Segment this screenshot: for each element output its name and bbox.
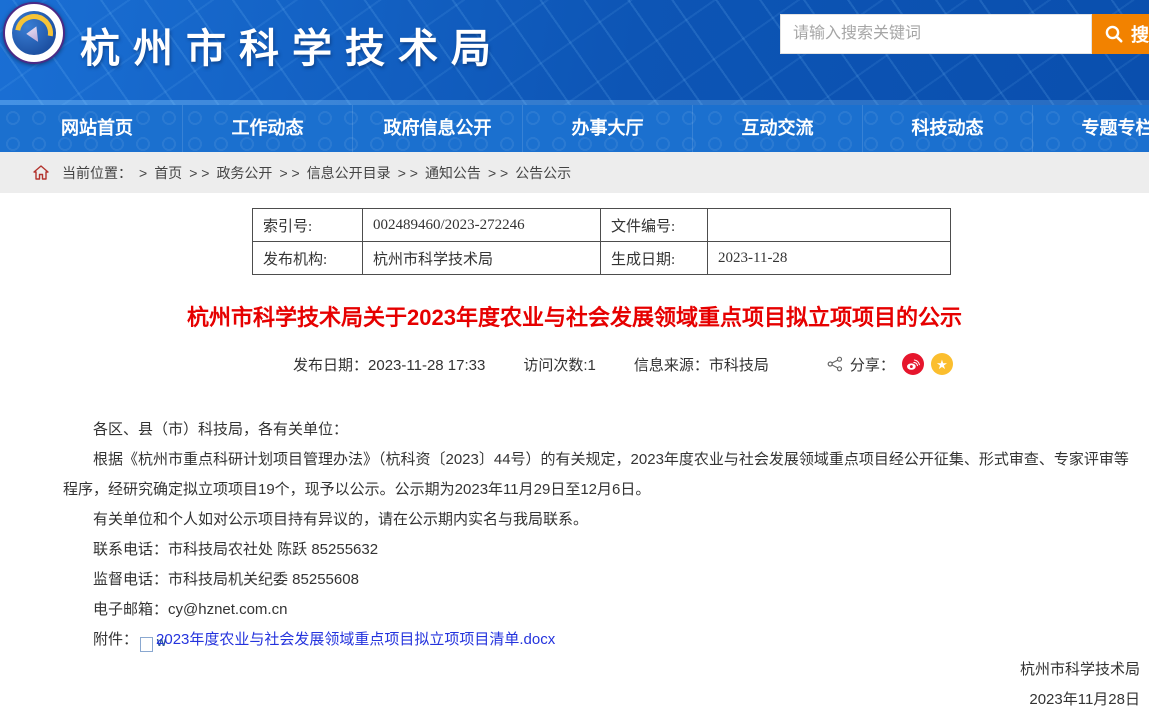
home-icon[interactable] xyxy=(33,165,49,180)
share-group: 分享： ★ xyxy=(827,353,953,375)
word-doc-icon: W xyxy=(140,637,153,652)
file-number-value xyxy=(708,209,951,242)
site-title: 杭州市科学技术局 xyxy=(80,16,504,74)
table-row: 索引号: 002489460/2023-272246 文件编号: xyxy=(253,209,951,242)
breadcrumb-separator: > > xyxy=(398,165,418,181)
signature-block: 杭州市科学技术局 2023年11月28日 xyxy=(1020,655,1140,715)
nav-item-service-hall[interactable]: 办事大厅 xyxy=(522,105,692,152)
qzone-share-icon[interactable]: ★ xyxy=(931,353,953,375)
nav-item-special-topics[interactable]: 专题专栏 xyxy=(1032,105,1149,152)
paragraph: 根据《杭州市重点科研计划项目管理办法》（杭科资〔2023〕44号）的有关规定，2… xyxy=(63,445,1137,505)
signature-org: 杭州市科学技术局 xyxy=(1020,655,1140,685)
breadcrumb-item-home[interactable]: 首页 xyxy=(154,163,182,183)
signature-date: 2023年11月28日 xyxy=(1020,685,1140,715)
bureau-logo-icon[interactable] xyxy=(3,2,65,64)
paragraph: 电子邮箱：cy@hznet.com.cn xyxy=(63,595,1137,625)
article-title: 杭州市科学技术局关于2023年度农业与社会发展领域重点项目拟立项项目的公示 xyxy=(0,300,1149,332)
paragraph: 监督电话：市科技局机关纪委 85255608 xyxy=(63,565,1137,595)
attachment-link[interactable]: 2023年度农业与社会发展领域重点项目拟立项项目清单.docx xyxy=(156,631,555,648)
nav-item-gov-info[interactable]: 政府信息公开 xyxy=(352,105,522,152)
visit-count: 访问次数:1 xyxy=(523,354,596,375)
create-date-value: 2023-11-28 xyxy=(708,242,951,275)
search-icon xyxy=(1104,24,1124,44)
nav-item-home[interactable]: 网站首页 xyxy=(12,105,182,152)
share-nodes-icon xyxy=(827,356,843,372)
breadcrumb-label: 当前位置： xyxy=(62,163,132,183)
breadcrumb-item-info-catalog[interactable]: 信息公开目录 xyxy=(307,163,391,183)
publish-date: 发布日期：2023-11-28 17:33 xyxy=(293,354,485,375)
index-number-value: 002489460/2023-272246 xyxy=(363,209,601,242)
breadcrumb-item-notices[interactable]: 通知公告 xyxy=(425,163,481,183)
main-nav: 网站首页 工作动态 政府信息公开 办事大厅 互动交流 科技动态 专题专栏 xyxy=(0,105,1149,152)
breadcrumb-separator: > xyxy=(139,165,147,181)
nav-item-work-news[interactable]: 工作动态 xyxy=(182,105,352,152)
breadcrumb-item-gov-open[interactable]: 政务公开 xyxy=(216,163,272,183)
logo-globe xyxy=(12,11,56,55)
breadcrumb: 当前位置： > 首页 > > 政务公开 > > 信息公开目录 > > 通知公告 … xyxy=(0,152,1149,193)
create-date-label: 生成日期: xyxy=(601,242,708,275)
publisher-value: 杭州市科学技术局 xyxy=(363,242,601,275)
breadcrumb-item-announcements[interactable]: 公告公示 xyxy=(515,163,571,183)
nav-item-tech-news[interactable]: 科技动态 xyxy=(862,105,1032,152)
info-source: 信息来源：市科技局 xyxy=(634,354,769,375)
paragraph: 有关单位和个人如对公示项目持有异议的，请在公示期内实名与我局联系。 xyxy=(63,505,1137,535)
article-meta: 发布日期：2023-11-28 17:33 访问次数:1 信息来源：市科技局 分… xyxy=(293,353,953,375)
breadcrumb-separator: > > xyxy=(189,165,209,181)
main-nav-inner: 网站首页 工作动态 政府信息公开 办事大厅 互动交流 科技动态 专题专栏 xyxy=(0,105,1149,152)
breadcrumb-separator: > > xyxy=(279,165,299,181)
nav-item-interaction[interactable]: 互动交流 xyxy=(692,105,862,152)
table-row: 发布机构: 杭州市科学技术局 生成日期: 2023-11-28 xyxy=(253,242,951,275)
search-input[interactable] xyxy=(780,14,1092,54)
site-header: 杭州市科学技术局 搜索 xyxy=(0,0,1149,105)
search-button[interactable]: 搜索 xyxy=(1092,14,1149,54)
search-button-label: 搜索 xyxy=(1131,21,1149,47)
page: 杭州市科学技术局 搜索 网站首页 工作动态 政府信息公开 办事大厅 互动交流 科… xyxy=(0,0,1149,716)
article-body: 各区、县（市）科技局，各有关单位： 根据《杭州市重点科研计划项目管理办法》（杭科… xyxy=(63,415,1137,655)
publisher-label: 发布机构: xyxy=(253,242,363,275)
index-number-label: 索引号: xyxy=(253,209,363,242)
attachment-line: 附件：W2023年度农业与社会发展领域重点项目拟立项项目清单.docx xyxy=(63,625,1137,655)
paragraph: 各区、县（市）科技局，各有关单位： xyxy=(63,415,1137,445)
share-label: 分享： xyxy=(850,354,895,375)
document-info-table: 索引号: 002489460/2023-272246 文件编号: 发布机构: 杭… xyxy=(252,208,951,275)
weibo-share-icon[interactable] xyxy=(902,353,924,375)
paragraph: 联系电话：市科技局农社处 陈跃 85255632 xyxy=(63,535,1137,565)
file-number-label: 文件编号: xyxy=(601,209,708,242)
breadcrumb-separator: > > xyxy=(488,165,508,181)
